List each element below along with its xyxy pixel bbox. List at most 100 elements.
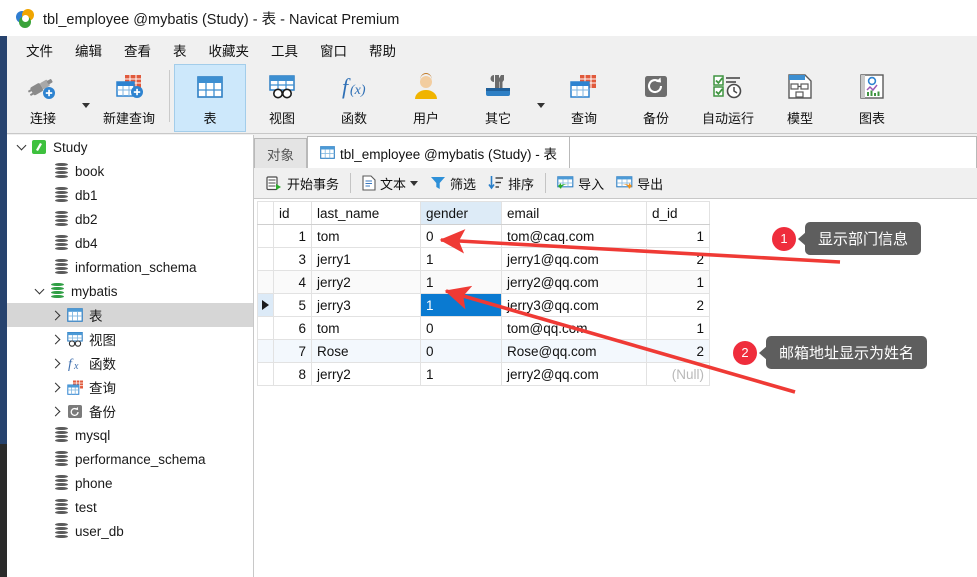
chevron-right-icon[interactable] [49,355,65,371]
table-row[interactable]: 6 tom 0 tom@qq.com 1 [257,316,710,340]
cell-d-id[interactable]: 2 [646,247,710,271]
tree-item-mysql[interactable]: mysql [7,423,253,447]
cell-d-id[interactable]: 1 [646,270,710,294]
cell-last-name[interactable]: tom [311,224,421,248]
toolbar-button-backup[interactable]: 备份 [620,64,692,132]
menu-help[interactable]: 帮助 [358,37,407,63]
cell-last-name[interactable]: jerry1 [311,247,421,271]
tab-tbl-employee[interactable]: tbl_employee @mybatis (Study) - 表 [307,136,571,168]
row-marker[interactable] [257,339,274,363]
cell-email[interactable]: jerry2@qq.com [501,362,647,386]
object-tree-sidebar[interactable]: Study book db1 db2 db4 information_schem… [7,135,254,577]
menu-favorites[interactable]: 收藏夹 [198,37,261,63]
tree-item-book[interactable]: book [7,159,253,183]
cell-last-name[interactable]: jerry3 [311,293,421,317]
row-marker[interactable] [257,224,274,248]
toolbar-button-connection[interactable]: 连接 [7,64,79,132]
cell-d-id-null[interactable]: (Null) [646,362,710,386]
tree-item-mybatis[interactable]: mybatis [7,279,253,303]
tree-item-tables[interactable]: 表 [7,303,253,327]
cell-email[interactable]: jerry1@qq.com [501,247,647,271]
cell-last-name[interactable]: tom [311,316,421,340]
table-row[interactable]: 8 jerry2 1 jerry2@qq.com (Null) [257,362,710,386]
cell-gender-selected[interactable]: 1 [420,293,502,317]
tab-objects[interactable]: 对象 [254,138,307,168]
tree-item-phone[interactable]: phone [7,471,253,495]
cell-gender[interactable]: 1 [420,270,502,294]
column-header-gender[interactable]: gender [420,201,502,225]
cell-email[interactable]: tom@qq.com [501,316,647,340]
chevron-right-icon[interactable] [49,307,65,323]
filter-button[interactable]: 筛选 [424,171,482,195]
begin-transaction-button[interactable]: 开始事务 [260,171,345,195]
row-marker[interactable] [257,316,274,340]
chevron-right-icon[interactable] [49,331,65,347]
toolbar-button-model[interactable]: 模型 [764,64,836,132]
toolbar-button-query[interactable]: 查询 [548,64,620,132]
cell-id[interactable]: 6 [273,316,312,340]
cell-gender[interactable]: 1 [420,247,502,271]
toolbar-button-view[interactable]: 视图 [246,64,318,132]
cell-gender[interactable]: 0 [420,339,502,363]
column-header-email[interactable]: email [501,201,647,225]
cell-email[interactable]: jerry3@qq.com [501,293,647,317]
toolbar-button-function[interactable]: f (x) 函数 [318,64,390,132]
cell-id[interactable]: 3 [273,247,312,271]
tree-item-performance-schema[interactable]: performance_schema [7,447,253,471]
chevron-right-icon[interactable] [49,379,65,395]
tree-item-user-db[interactable]: user_db [7,519,253,543]
menu-window[interactable]: 窗口 [309,37,358,63]
toolbar-caret-connection[interactable] [79,64,93,132]
menu-tools[interactable]: 工具 [260,37,309,63]
export-button[interactable]: 导出 [610,171,669,195]
column-header-d-id[interactable]: d_id [646,201,710,225]
tree-item-test[interactable]: test [7,495,253,519]
cell-gender[interactable]: 0 [420,316,502,340]
row-marker[interactable] [257,362,274,386]
import-button[interactable]: 导入 [551,171,610,195]
cell-id[interactable]: 7 [273,339,312,363]
table-row[interactable]: 3 jerry1 1 jerry1@qq.com 2 [257,247,710,271]
chevron-down-icon[interactable] [410,180,419,186]
table-row[interactable]: 7 Rose 0 Rose@qq.com 2 [257,339,710,363]
cell-email[interactable]: Rose@qq.com [501,339,647,363]
toolbar-button-new-query[interactable]: 新建查询 [93,64,165,132]
toolbar-button-automation[interactable]: 自动运行 [692,64,764,132]
table-row[interactable]: 4 jerry2 1 jerry2@qq.com 1 [257,270,710,294]
tree-item-study[interactable]: Study [7,135,253,159]
chevron-right-icon[interactable] [49,403,65,419]
table-row[interactable]: 1 tom 0 tom@caq.com 1 [257,224,710,248]
tree-item-db1[interactable]: db1 [7,183,253,207]
cell-email[interactable]: jerry2@qq.com [501,270,647,294]
toolbar-button-chart[interactable]: 图表 [836,64,908,132]
cell-last-name[interactable]: jerry2 [311,270,421,294]
cell-d-id[interactable]: 2 [646,339,710,363]
table-row-current[interactable]: 5 jerry3 1 jerry3@qq.com 2 [257,293,710,317]
cell-id[interactable]: 4 [273,270,312,294]
tree-item-db4[interactable]: db4 [7,231,253,255]
menu-view[interactable]: 查看 [113,37,162,63]
text-button[interactable]: 文本 [356,171,424,195]
menu-file[interactable]: 文件 [15,37,64,63]
cell-email[interactable]: tom@caq.com [501,224,647,248]
column-header-id[interactable]: id [273,201,312,225]
tree-item-backups[interactable]: 备份 [7,399,253,423]
row-marker[interactable] [257,270,274,294]
row-marker[interactable] [257,247,274,271]
chevron-down-icon[interactable] [31,283,47,299]
cell-d-id[interactable]: 1 [646,224,710,248]
cell-gender[interactable]: 0 [420,224,502,248]
menu-table[interactable]: 表 [162,37,198,63]
cell-id[interactable]: 1 [273,224,312,248]
tree-item-db2[interactable]: db2 [7,207,253,231]
toolbar-button-table[interactable]: 表 [174,64,246,132]
data-grid[interactable]: id last_name gender email d_id 1 tom 0 t… [257,201,710,386]
menu-edit[interactable]: 编辑 [64,37,113,63]
row-marker-current[interactable] [257,293,274,317]
cell-id[interactable]: 8 [273,362,312,386]
tree-item-functions[interactable]: fx 函数 [7,351,253,375]
tree-item-queries[interactable]: 查询 [7,375,253,399]
tree-item-information-schema[interactable]: information_schema [7,255,253,279]
toolbar-caret-others[interactable] [534,64,548,132]
cell-d-id[interactable]: 2 [646,293,710,317]
